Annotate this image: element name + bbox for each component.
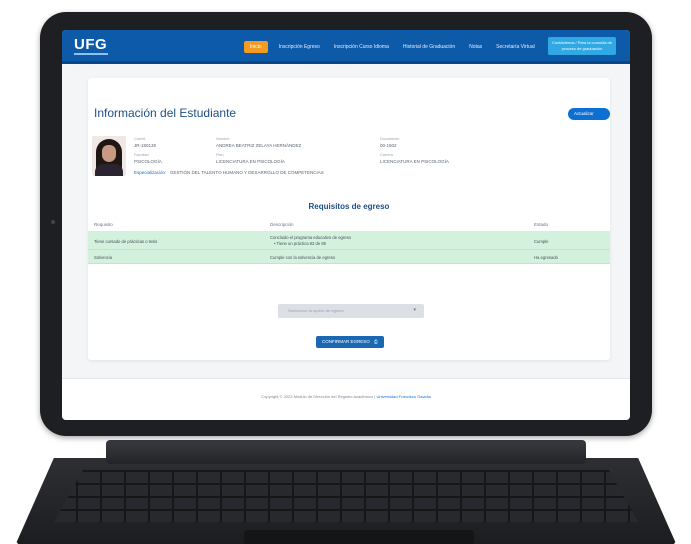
- footer: [62, 378, 630, 420]
- keyboard-hinge: [106, 440, 586, 464]
- contact-button[interactable]: Contáctenos / Para la consulta de proces…: [548, 37, 616, 55]
- header-descripcion: Descripción: [270, 222, 294, 227]
- table-row: Tiene cursado de prácticas o tesis Concl…: [88, 232, 610, 250]
- confirm-egreso-button[interactable]: CONFIRMAR EGRESO ⎙: [316, 336, 384, 348]
- logo-underline: [74, 53, 108, 55]
- top-navbar: UFG Inicio Inscripción Egreso Inscripció…: [62, 30, 630, 64]
- ufg-logo[interactable]: UFG: [74, 36, 107, 53]
- nav-item-secretaria-virtual[interactable]: Secretaría Virtual: [493, 42, 538, 52]
- confirm-label: CONFIRMAR EGRESO: [322, 339, 370, 344]
- tablet-screen: UFG Inicio Inscripción Egreso Inscripció…: [62, 30, 630, 420]
- printer-icon: ⎙: [374, 339, 378, 344]
- doc-label: Documento: [380, 137, 400, 141]
- nav-item-curso-idioma[interactable]: Inscripción Curso Idioma: [331, 42, 392, 52]
- nav-item-inicio[interactable]: Inicio: [244, 41, 268, 53]
- nav-item-notas[interactable]: Notas: [466, 42, 485, 52]
- facultad-value: PSICOLOGÍA: [134, 159, 162, 164]
- select-placeholder: Seleccione la opción de egreso: [288, 308, 344, 313]
- nav-item-historial-graduacion[interactable]: Historial de Graduación: [400, 42, 458, 52]
- facultad-label: Facultad: [134, 153, 149, 157]
- copyright-text: Copyright © 2023 Módulo de Dirección del…: [261, 394, 376, 399]
- nav-menu: Inicio Inscripción Egreso Inscripción Cu…: [244, 41, 538, 53]
- especializacion-label: Especialización:: [134, 170, 167, 175]
- especializacion-value: GESTIÓN DEL TALENTO HUMANO Y DESARROLLO …: [170, 170, 324, 175]
- tablet-frame: UFG Inicio Inscripción Egreso Inscripció…: [40, 12, 652, 436]
- table-header: Requisito Descripción Estado: [88, 218, 610, 232]
- header-estado: Estado: [534, 222, 549, 227]
- carrera-value: LICENCIATURA EN PSICOLOGÍA: [380, 159, 449, 164]
- nombre-label: Nombre: [216, 137, 230, 141]
- table-row: Solvencia Cumple con la solvencia de egr…: [88, 250, 610, 264]
- row-requisito: Tiene cursado de prácticas o tesis: [94, 239, 158, 244]
- row-requisito: Solvencia: [94, 255, 113, 260]
- row-descripcion-detail: • Tiene un práctica 83 de 85: [274, 241, 326, 246]
- update-data-button[interactable]: Actualizar datos: [568, 108, 610, 128]
- university-link[interactable]: Universidad Francisco Gavidia: [376, 394, 430, 399]
- egreso-option-select[interactable]: Seleccione la opción de egreso ▾: [278, 304, 424, 318]
- carnet-value: JR-180139: [134, 143, 157, 148]
- chevron-down-icon: ▾: [413, 307, 416, 313]
- camera-icon: [51, 220, 55, 224]
- requirements-table: Requisito Descripción Estado Tiene cursa…: [88, 218, 610, 264]
- student-photo: [92, 136, 126, 176]
- page-title: Información del Estudiante: [94, 106, 237, 120]
- row-estado: Ha egresado: [534, 255, 558, 260]
- footer-text: Copyright © 2023 Módulo de Dirección del…: [62, 394, 630, 399]
- row-descripcion: Cumple con la solvencia de egreso: [270, 255, 336, 260]
- keyboard-keys: [54, 470, 638, 522]
- requirements-title: Requisitos de egreso: [308, 202, 390, 211]
- nav-item-inscripcion-egreso[interactable]: Inscripción Egreso: [276, 42, 323, 52]
- header-requisito: Requisito: [94, 222, 113, 227]
- keyboard: [14, 440, 678, 544]
- carnet-label: Carnet: [134, 137, 146, 141]
- carrera-label: Carrera: [380, 153, 393, 157]
- row-descripcion: Concluido el programa educativo de egres…: [270, 235, 352, 240]
- plan-label: Plan: [216, 153, 224, 157]
- device-scene: UFG Inicio Inscripción Egreso Inscripció…: [0, 0, 691, 544]
- doc-value: 00-1502: [380, 143, 397, 148]
- student-card: Información del Estudiante Actualizar da…: [88, 78, 610, 360]
- nombre-value: ANDREA BEATRIZ ZELAYA HERNÁNDEZ: [216, 143, 302, 148]
- row-estado: Cumple: [534, 239, 549, 244]
- trackpad: [244, 530, 474, 544]
- plan-value: LICENCIATURA EN PSICOLOGÍA: [216, 159, 285, 164]
